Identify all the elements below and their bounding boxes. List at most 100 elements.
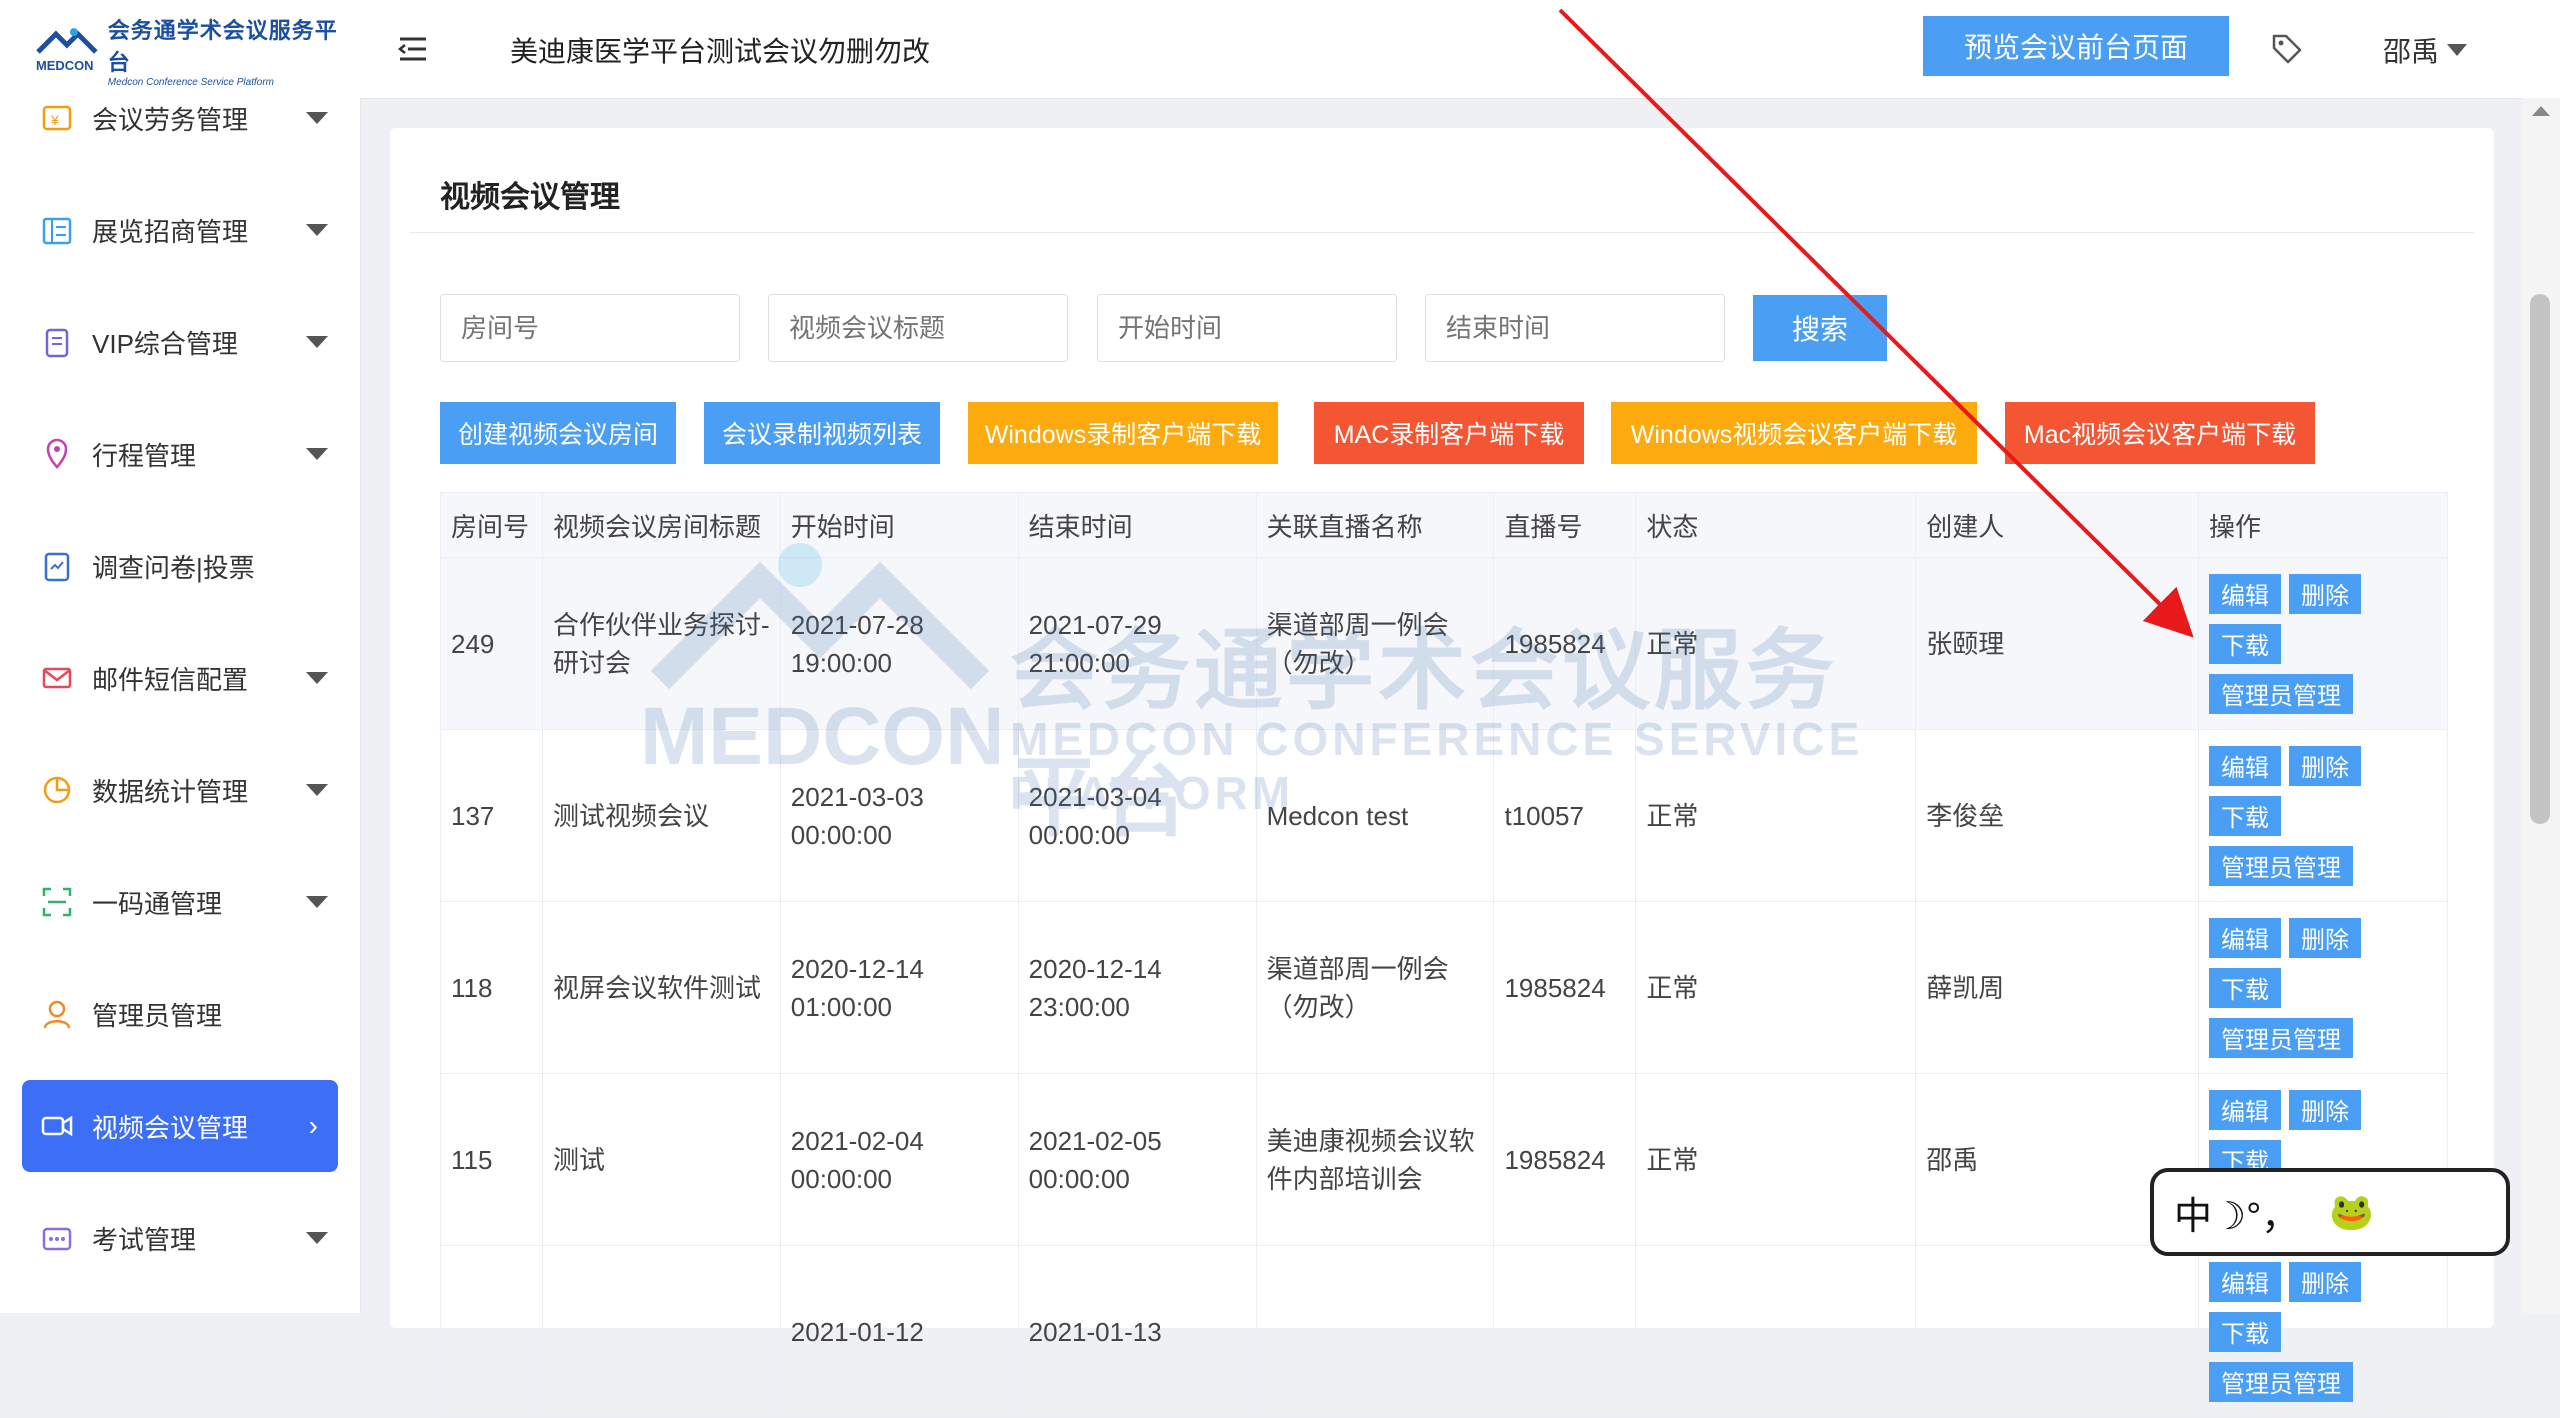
download-button[interactable]: 下载 [2208,795,2281,836]
page-title: 视频会议管理 [440,181,620,214]
video-icon [40,1109,74,1143]
cell-status [1635,1245,1917,1418]
ime-mascot-icon: 🐸 [2329,1191,2375,1232]
meeting-table: 房间号 视频会议房间标题 开始时间 结束时间 关联直播名称 直播号 状态 创建人… [440,492,2449,1418]
cell-start: 2021-03-03 00:00:00 [779,729,1019,902]
mac-meeting-client-download-button[interactable]: Mac视频会议客户端下载 [2005,402,2315,464]
col-header-live-no: 直播号 [1493,492,1637,558]
edit-button[interactable]: 编辑 [2208,1261,2281,1302]
sidebar-item-6[interactable]: 数据统计管理 [0,734,360,846]
cell-live-name: Medcon test [1255,729,1495,902]
svg-text:¥: ¥ [50,112,59,128]
cell-start: 2021-02-04 00:00:00 [779,1073,1019,1246]
create-room-button[interactable]: 创建视频会议房间 [440,402,676,464]
sidebar-item-1[interactable]: 展览招商管理 [0,174,360,286]
admin-manage-button[interactable]: 管理员管理 [2208,845,2353,886]
cell-title: 视屏会议软件测试 [541,901,781,1074]
cell-start: 2021-01-12 [779,1245,1019,1418]
admin-manage-button[interactable]: 管理员管理 [2208,1017,2353,1058]
end-time-input[interactable] [1425,294,1725,362]
cell-live-no: 1985824 [1493,557,1637,730]
money-icon: ¥ [40,101,74,135]
room-number-input[interactable] [440,294,740,362]
preview-frontend-button[interactable]: 预览会议前台页面 [1923,16,2229,76]
scrollbar-thumb[interactable] [2530,294,2550,824]
cell-room: 115 [440,1073,543,1246]
chevron-down-icon [2447,44,2468,56]
meeting-title-input[interactable] [768,294,1068,362]
divider [410,232,2474,233]
col-header-end: 结束时间 [1017,492,1257,558]
edit-button[interactable]: 编辑 [2208,745,2281,786]
download-button[interactable]: 下载 [2208,967,2281,1008]
cell-live-no: 1985824 [1493,1073,1637,1246]
cell-creator: 薛凯周 [1915,901,2199,1074]
admin-manage-button[interactable]: 管理员管理 [2208,673,2353,714]
start-time-input[interactable] [1097,294,1397,362]
download-button[interactable]: 下载 [2208,623,2281,664]
windows-recorder-download-button[interactable]: Windows录制客户端下载 [968,402,1278,464]
col-header-status: 状态 [1635,492,1917,558]
sidebar-menu: ¥ 会议劳务管理 展览招商管理 VIP综合管理 行程管理 调查问卷|投票 邮件短信配置 数据统… [0,100,360,1294]
search-button[interactable]: 搜索 [1753,295,1887,361]
cell-live-no: t10057 [1493,729,1637,902]
table-row: 115 测试 2021-02-04 00:00:00 2021-02-05 00:00… [440,1073,2449,1246]
mac-recorder-download-button[interactable]: MAC录制客户端下载 [1314,402,1584,464]
admin-manage-button[interactable]: 管理员管理 [2208,1361,2353,1402]
cell-creator [1915,1245,2199,1418]
col-header-live-name: 关联直播名称 [1255,492,1495,558]
sidebar-item-4[interactable]: 调查问卷|投票 [0,510,360,622]
sidebar-item-9[interactable]: 视频会议管理 › [22,1080,338,1172]
delete-button[interactable]: 删除 [2288,1261,2361,1302]
cell-creator: 李俊垒 [1915,729,2199,902]
tag-icon[interactable] [2270,32,2304,66]
windows-meeting-client-download-button[interactable]: Windows视频会议客户端下载 [1611,402,1977,464]
caret-down-icon [306,336,328,348]
cell-ops: 编辑删除下载管理员管理 [2197,1245,2449,1418]
table-row: 249 合作伙伴业务探讨-研讨会 2021-07-28 19:00:00 2021-0… [440,557,2449,730]
delete-button[interactable]: 删除 [2288,917,2361,958]
cell-start: 2020-12-14 01:00:00 [779,901,1019,1074]
cell-live-no: 1985824 [1493,901,1637,1074]
cell-live-name [1255,1245,1495,1418]
sidebar-item-2[interactable]: VIP综合管理 [0,286,360,398]
sidebar-item-8[interactable]: 管理员管理 [0,958,360,1070]
page-scrollbar[interactable] [2522,98,2560,1313]
sidebar: MEDCON 会务通学术会议服务平台 Medcon Conference Ser… [0,0,361,1313]
caret-down-icon [306,448,328,460]
main-card: 视频会议管理 搜索 创建视频会议房间 会议录制视频列表 Windows录制客户端… [390,128,2494,1418]
sidebar-item-3[interactable]: 行程管理 [0,398,360,510]
sidebar-item-0[interactable]: ¥ 会议劳务管理 [0,62,360,174]
sidebar-item-label: VIP综合管理 [92,328,238,359]
ime-status-bar[interactable]: 中☽°， 🐸 [2150,1168,2510,1256]
collapse-menu-icon[interactable] [398,34,428,64]
sidebar-item-7[interactable]: 一码通管理 [0,846,360,958]
sidebar-item-label: 邮件短信配置 [92,664,249,695]
sidebar-item-5[interactable]: 邮件短信配置 [0,622,360,734]
scroll-up-icon[interactable] [2532,106,2550,116]
edit-button[interactable]: 编辑 [2208,917,2281,958]
cell-room [440,1245,543,1418]
edit-button[interactable]: 编辑 [2208,1089,2281,1130]
user-icon [40,997,74,1031]
cell-creator: 张颐理 [1915,557,2199,730]
recording-list-button[interactable]: 会议录制视频列表 [704,402,940,464]
sidebar-item-label: 展览招商管理 [92,216,249,247]
col-header-title: 视频会议房间标题 [541,492,781,558]
col-header-ops: 操作 [2197,492,2449,558]
sidebar-item-label: 管理员管理 [92,1000,223,1031]
delete-button[interactable]: 删除 [2288,573,2361,614]
user-menu[interactable]: 邵禹 [2383,30,2468,70]
cell-end: 2021-02-05 00:00:00 [1017,1073,1257,1246]
cell-room: 249 [440,557,543,730]
sidebar-item-label: 数据统计管理 [92,776,249,807]
download-button[interactable]: 下载 [2208,1311,2281,1352]
cell-live-no [1493,1245,1637,1418]
edit-button[interactable]: 编辑 [2208,573,2281,614]
delete-button[interactable]: 删除 [2288,1089,2361,1130]
chevron-right-icon: › [308,1110,318,1141]
delete-button[interactable]: 删除 [2288,745,2361,786]
sidebar-item-10[interactable]: 考试管理 [0,1182,360,1294]
col-header-creator: 创建人 [1915,492,2199,558]
cell-status: 正常 [1635,1073,1917,1246]
